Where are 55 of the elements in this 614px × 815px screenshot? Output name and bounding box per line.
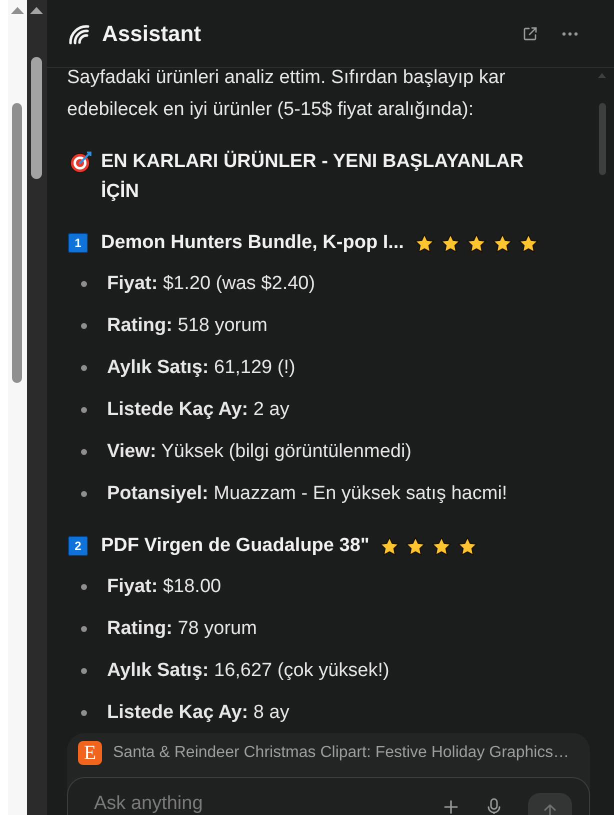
detail-text: Potansiyel: Muazzam - En yüksek satış hacmi! [107, 482, 508, 506]
detail-text: Rating: 78 yorum [107, 617, 257, 641]
panel-title: Assistant [102, 20, 202, 48]
star-icon [431, 536, 452, 556]
send-button[interactable] [528, 793, 572, 815]
item-number-badge: 1 [68, 233, 88, 253]
bullet-icon [81, 584, 87, 590]
scrollbar-thumb[interactable] [599, 103, 606, 175]
up-arrow-icon [544, 804, 556, 815]
bullet-icon [81, 449, 87, 455]
message-input[interactable]: Ask anything [67, 777, 590, 815]
external-link-icon [522, 26, 538, 42]
star-icon [379, 536, 400, 556]
product-title: PDF Virgen de Guadalupe 38" [101, 534, 370, 558]
detail-text: Fiyat: $1.20 (was $2.40) [107, 272, 316, 296]
bullet-icon [81, 365, 87, 371]
star-icon [414, 232, 435, 254]
bullet-icon [81, 626, 87, 632]
more-icon [562, 32, 578, 36]
detail-text: View: Yüksek (bilgi görüntülenmedi) [107, 440, 412, 464]
detail-text: Listede Kaç Ay: 2 ay [107, 398, 290, 422]
plus-icon [444, 800, 458, 814]
context-page-title: Santa & Reindeer Christmas Clipart: Festive Holiday Graphics… [113, 743, 570, 763]
site-logo: E [78, 741, 102, 765]
bullet-icon [81, 710, 87, 716]
star-icon [518, 232, 539, 254]
scrollbar-thumb[interactable] [31, 57, 42, 179]
bullet-icon [81, 668, 87, 674]
target-icon [70, 151, 92, 173]
bullet-icon [81, 407, 87, 413]
detail-text: Rating: 518 yorum [107, 314, 268, 338]
detail-text: Fiyat: $18.00 [107, 575, 222, 599]
product-title: Demon Hunters Bundle, K-pop I... [101, 231, 404, 255]
star-icon [492, 232, 513, 254]
star-icon [440, 232, 461, 254]
arcs-logo-icon [68, 22, 90, 44]
section-heading: EN KARLARI ÜRÜNLER - YENI BAŞLAYANLAR İÇİN [101, 150, 525, 204]
detail-text: Listede Kaç Ay: 8 ay [107, 701, 290, 725]
intro-text: Sayfadaki ürünleri analiz ettim. Sıfırdan başlayıp kar edebilecek en iyi ürünler (5-15$ fiyat aralığında): [67, 68, 506, 122]
bullet-icon [81, 491, 87, 497]
scroll-up-arrow-icon[interactable] [11, 7, 24, 14]
scroll-up-arrow-icon[interactable] [30, 7, 43, 14]
microphone-icon [487, 798, 501, 814]
open-external-button[interactable] [522, 26, 538, 42]
star-icon [457, 536, 478, 556]
detail-text: Aylık Satış: 16,627 (çok yüksek!) [107, 659, 390, 683]
detail-text: Aylık Satış: 61,129 (!) [107, 356, 296, 380]
bullet-icon [81, 281, 87, 287]
item-number-badge: 2 [68, 536, 88, 556]
add-button[interactable] [444, 800, 458, 814]
star-icon [466, 232, 487, 254]
star-icon [405, 536, 426, 556]
bullet-icon [81, 323, 87, 329]
scrollbar-thumb[interactable] [12, 103, 22, 383]
voice-button[interactable] [487, 798, 501, 814]
